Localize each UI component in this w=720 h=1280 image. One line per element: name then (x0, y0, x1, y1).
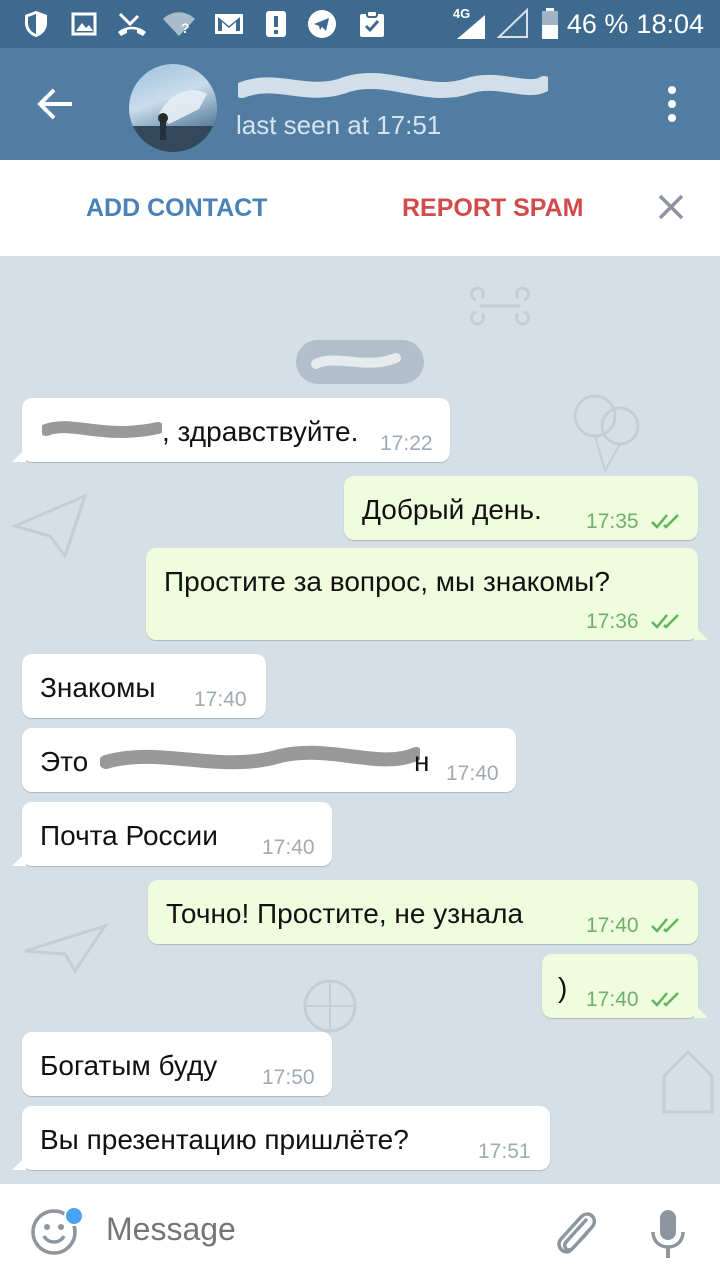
battery-percent: 46 % (566, 8, 629, 39)
chat-header: last seen at 17:51 (0, 48, 720, 160)
message-text: Точно! Простите, не узнала (166, 898, 524, 929)
message-bubble-incoming[interactable]: , здравствуйте. 17:22 (12, 398, 450, 462)
report-spam-button[interactable]: REPORT SPAM (402, 194, 584, 223)
back-arrow-icon[interactable] (34, 86, 78, 122)
add-contact-button[interactable]: ADD CONTACT (86, 194, 267, 223)
message-time: 17:35 (586, 510, 639, 533)
message-bubble-incoming[interactable]: Знакомы 17:40 (22, 654, 266, 718)
message-input[interactable] (104, 1210, 528, 1249)
house-doodle-icon (662, 1049, 714, 1114)
message-bubble-incoming[interactable]: Вы презентацию пришлёте? 17:51 (12, 1106, 550, 1170)
chat-area[interactable]: , здравствуйте. 17:22 Добрый день. 17:35… (0, 256, 720, 1184)
alert-icon (264, 10, 288, 38)
date-separator (296, 340, 424, 384)
redacted-name (42, 421, 162, 438)
signal-empty-icon (496, 7, 533, 40)
telegram-icon (306, 10, 338, 38)
message-bubble-incoming[interactable]: Это н 17:40 (22, 728, 516, 792)
redacted-text (100, 745, 420, 770)
attach-icon[interactable] (552, 1206, 600, 1260)
more-menu-icon[interactable] (662, 84, 682, 124)
last-seen-status: last seen at 17:51 (236, 110, 442, 140)
message-time: 17:36 (586, 610, 639, 633)
double-check-icon (651, 918, 679, 933)
message-bubble-outgoing[interactable]: ) 17:40 (542, 954, 708, 1018)
message-text: Простите за вопрос, мы знакомы? (164, 566, 610, 597)
message-text: Это (40, 746, 89, 777)
message-time: 17:22 (380, 432, 433, 455)
avatar[interactable] (129, 64, 217, 152)
message-text: , здравствуйте. (162, 416, 359, 447)
microphone-icon[interactable] (648, 1206, 688, 1262)
double-check-icon (651, 514, 679, 529)
message-bubble-incoming[interactable]: Богатым буду 17:50 (22, 1032, 332, 1096)
message-time: 17:40 (262, 836, 315, 859)
close-icon[interactable] (656, 192, 686, 222)
wifi-icon: ? (162, 10, 196, 38)
message-text: ) (558, 972, 568, 1003)
balloon-doodle-icon (573, 394, 640, 472)
message-composer (0, 1184, 720, 1280)
ball-doodle-icon (303, 979, 357, 1033)
svg-text:?: ? (181, 20, 190, 36)
contact-name-redacted (234, 70, 552, 108)
double-check-icon (651, 992, 679, 1007)
signal-icon: 4G (453, 6, 489, 40)
emoji-notification-dot (64, 1206, 84, 1226)
plane-doodle-icon (24, 923, 109, 974)
message-time: 17:51 (478, 1140, 531, 1163)
message-bubble-outgoing[interactable]: Точно! Простите, не узнала 17:40 (148, 880, 698, 944)
message-bubble-outgoing[interactable]: Добрый день. 17:35 (344, 476, 698, 540)
gmail-icon (214, 10, 244, 38)
message-bubble-outgoing[interactable]: Простите за вопрос, мы знакомы? 17:36 (146, 548, 708, 640)
shield-icon (22, 10, 50, 38)
status-time: 18:04 (636, 8, 704, 39)
message-time: 17:40 (446, 762, 499, 785)
double-check-icon (651, 614, 679, 629)
status-bar: ? 4G 46 % 18:04 (0, 0, 720, 48)
message-text: Богатым буду (40, 1050, 218, 1081)
message-text-tail: н (414, 746, 430, 777)
message-time: 17:40 (586, 914, 639, 937)
image-icon (70, 10, 98, 38)
message-time: 17:40 (586, 988, 639, 1011)
message-text: Добрый день. (362, 494, 542, 525)
bone-doodle-icon (470, 286, 530, 326)
clipboard-check-icon (356, 10, 388, 38)
battery-icon (541, 8, 559, 40)
message-bubble-incoming[interactable]: Почта России 17:40 (12, 802, 332, 866)
message-time: 17:50 (262, 1066, 315, 1089)
message-time: 17:40 (194, 688, 247, 711)
message-text: Вы презентацию пришлёте? (40, 1124, 409, 1155)
message-text: Почта России (40, 820, 218, 851)
paper-plane-doodle-icon (10, 493, 88, 560)
spam-action-bar: ADD CONTACT REPORT SPAM (0, 160, 720, 256)
missed-call-icon (116, 10, 148, 38)
message-text: Знакомы (40, 672, 156, 703)
